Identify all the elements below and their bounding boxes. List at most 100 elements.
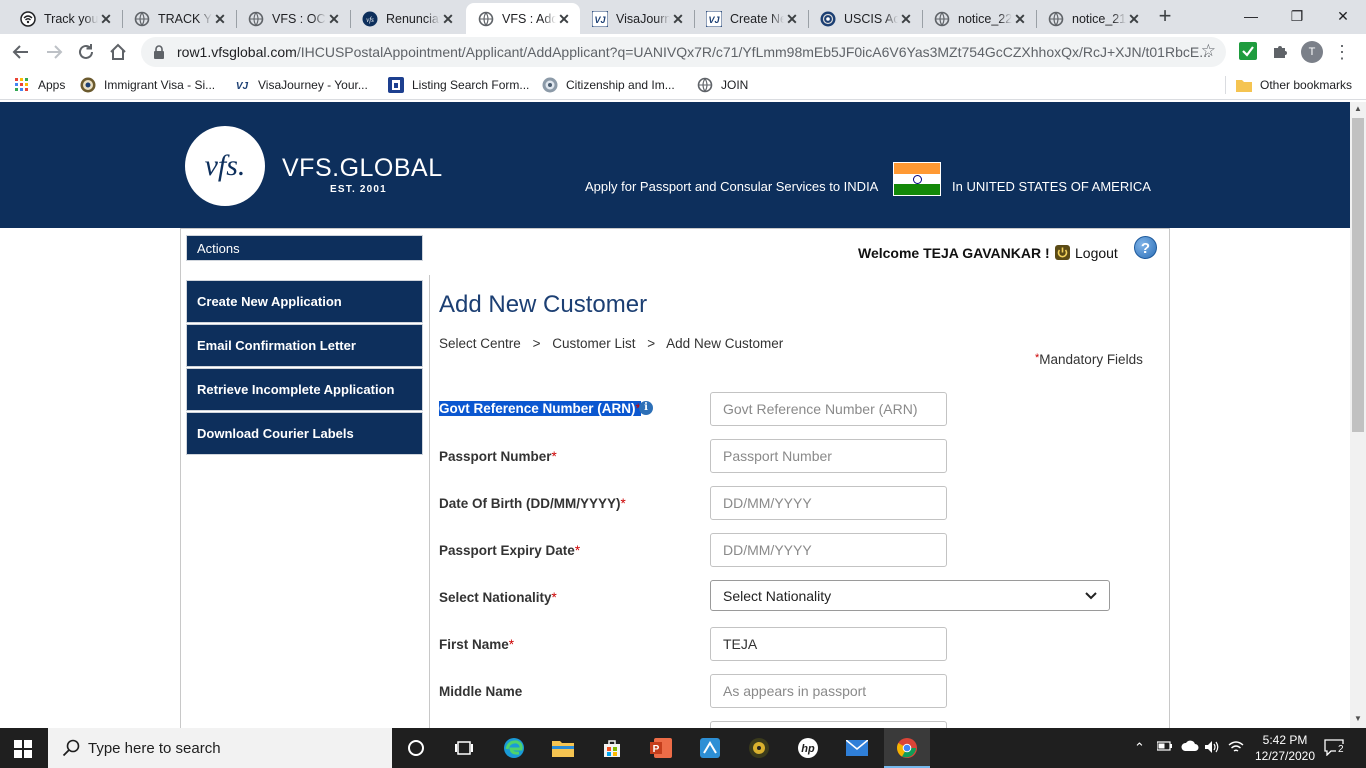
arrow-left-icon — [12, 45, 28, 59]
field-label-text: Middle Name — [439, 684, 523, 699]
next-field-input[interactable] — [710, 721, 947, 728]
back-button[interactable] — [9, 40, 33, 64]
info-icon[interactable]: i — [639, 401, 653, 415]
date-of-birth-input[interactable] — [710, 486, 947, 520]
scroll-down-icon[interactable]: ▼ — [1350, 712, 1366, 726]
reload-button[interactable] — [74, 40, 98, 64]
help-icon[interactable]: ? — [1134, 236, 1157, 259]
breadcrumb-separator: > — [647, 336, 656, 351]
tab-title: VisaJourn — [616, 11, 670, 26]
passport-number-input[interactable] — [710, 439, 947, 473]
email-confirmation-letter-button[interactable]: Email Confirmation Letter — [186, 324, 423, 367]
close-icon[interactable]: ✕ — [98, 11, 114, 27]
browser-tab[interactable]: vfs Renunciat ✕ — [350, 3, 464, 34]
puzzle-extensions-icon[interactable] — [1271, 42, 1289, 60]
restore-button[interactable]: ❐ — [1274, 4, 1320, 28]
scroll-up-icon[interactable]: ▲ — [1350, 102, 1366, 116]
mandatory-fields-note: *Mandatory Fields — [1035, 352, 1143, 367]
chrome-icon[interactable] — [895, 736, 919, 760]
close-icon[interactable]: ✕ — [784, 11, 800, 27]
browser-tab[interactable]: notice_21 ✕ — [1036, 3, 1150, 34]
forward-button[interactable] — [42, 40, 66, 64]
lock-icon — [154, 45, 164, 59]
bookmark-visajourney[interactable]: VJ VisaJourney - Your... — [234, 76, 368, 94]
clock-time: 5:42 PM — [1262, 733, 1308, 747]
taskbar-search-placeholder: Type here to search — [88, 739, 221, 757]
close-window-button[interactable]: ✕ — [1320, 4, 1366, 28]
bookmark-apps[interactable]: Apps — [14, 76, 65, 94]
minimize-button[interactable]: — — [1228, 4, 1274, 28]
create-new-application-button[interactable]: Create New Application — [186, 280, 423, 323]
battery-icon[interactable] — [1156, 740, 1173, 755]
system-clock[interactable]: 5:42 PM 12/27/2020 — [1247, 732, 1323, 764]
passport-expiry-input[interactable] — [710, 533, 947, 567]
arn-input[interactable] — [710, 392, 947, 426]
globe-icon — [478, 11, 494, 27]
retrieve-incomplete-application-button[interactable]: Retrieve Incomplete Application — [186, 368, 423, 411]
file-explorer-icon[interactable] — [551, 736, 575, 760]
nationality-label: Select Nationality* — [439, 590, 557, 605]
checkmark-extension-icon[interactable] — [1239, 42, 1257, 60]
web-page: vfs. VFS.GLOBAL EST. 2001 Apply for Pass… — [0, 102, 1350, 728]
address-bar[interactable]: row1.vfsglobal.com/IHCUSPostalAppointmen… — [141, 37, 1226, 67]
browser-tab[interactable]: notice_22 ✕ — [922, 3, 1036, 34]
notification-count: 2 — [1336, 744, 1346, 755]
new-tab-button[interactable]: + — [1154, 5, 1176, 28]
page-title: Add New Customer — [439, 291, 648, 318]
bookmark-label: Apps — [38, 78, 66, 92]
close-icon[interactable]: ✕ — [670, 11, 686, 27]
notifications-icon[interactable]: 2 — [1324, 738, 1346, 759]
volume-icon[interactable] — [1204, 740, 1220, 757]
page-scrollbar[interactable]: ▲ ▼ — [1350, 102, 1366, 728]
taskbar-search[interactable]: Type here to search — [48, 728, 392, 768]
breadcrumb-select-centre[interactable]: Select Centre — [439, 336, 521, 351]
onedrive-cloud-icon[interactable] — [1181, 740, 1199, 755]
kebab-menu-icon[interactable]: ⋮ — [1333, 41, 1351, 63]
close-icon[interactable]: ✕ — [440, 11, 456, 27]
store-icon[interactable] — [600, 736, 624, 760]
vfs-logo-mark[interactable]: vfs. — [185, 126, 265, 206]
close-icon[interactable]: ✕ — [1126, 11, 1142, 27]
wifi-icon[interactable] — [1228, 740, 1244, 757]
close-icon[interactable]: ✕ — [556, 11, 572, 27]
first-name-input[interactable] — [710, 627, 947, 661]
task-view-icon[interactable] — [452, 736, 476, 760]
scrollbar-thumb[interactable] — [1352, 118, 1364, 432]
bookmark-citizenship[interactable]: Citizenship and Im... — [542, 76, 675, 94]
home-button[interactable] — [106, 40, 130, 64]
browser-tab-active[interactable]: VFS : Add ✕ — [466, 3, 580, 34]
clock-date: 12/27/2020 — [1254, 749, 1316, 763]
browser-tab[interactable]: VFS : OCI ✕ — [236, 3, 350, 34]
browser-tab[interactable]: TRACK YO ✕ — [122, 3, 236, 34]
close-icon[interactable]: ✕ — [1012, 11, 1028, 27]
close-icon[interactable]: ✕ — [212, 11, 228, 27]
globe-icon — [134, 11, 150, 27]
hp-icon[interactable]: hp — [796, 736, 820, 760]
media-player-icon[interactable] — [747, 736, 771, 760]
bookmark-immigrant-visa[interactable]: Immigrant Visa - Si... — [80, 76, 215, 94]
close-icon[interactable]: ✕ — [326, 11, 342, 27]
chevron-up-icon[interactable]: ⌃ — [1134, 740, 1145, 756]
bookmark-listing-search[interactable]: Listing Search Form... — [388, 76, 529, 94]
windows-start-icon[interactable] — [14, 740, 32, 758]
profile-avatar[interactable]: T — [1301, 41, 1323, 63]
bookmark-star-icon[interactable]: ☆ — [1201, 41, 1216, 61]
nationality-select[interactable]: Select Nationality — [710, 580, 1110, 611]
browser-tab[interactable]: VJ Create Ne ✕ — [694, 3, 808, 34]
edge-browser-icon[interactable] — [502, 736, 526, 760]
other-bookmarks[interactable]: Other bookmarks — [1236, 76, 1352, 94]
messenger-app-icon[interactable] — [698, 736, 722, 760]
browser-tab[interactable]: USCIS Ac ✕ — [808, 3, 922, 34]
breadcrumb-customer-list[interactable]: Customer List — [552, 336, 635, 351]
browser-tab[interactable]: Track your ✕ — [8, 3, 122, 34]
mail-icon[interactable] — [845, 736, 869, 760]
logout-link[interactable]: Logout — [1075, 245, 1118, 261]
power-icon[interactable] — [1055, 245, 1070, 260]
download-courier-labels-button[interactable]: Download Courier Labels — [186, 412, 423, 455]
middle-name-input[interactable] — [710, 674, 947, 708]
browser-tab[interactable]: VJ VisaJourn ✕ — [580, 3, 694, 34]
cortana-icon[interactable] — [404, 736, 428, 760]
powerpoint-icon[interactable]: P — [649, 736, 673, 760]
bookmark-join[interactable]: JOIN — [697, 76, 748, 94]
close-icon[interactable]: ✕ — [898, 11, 914, 27]
